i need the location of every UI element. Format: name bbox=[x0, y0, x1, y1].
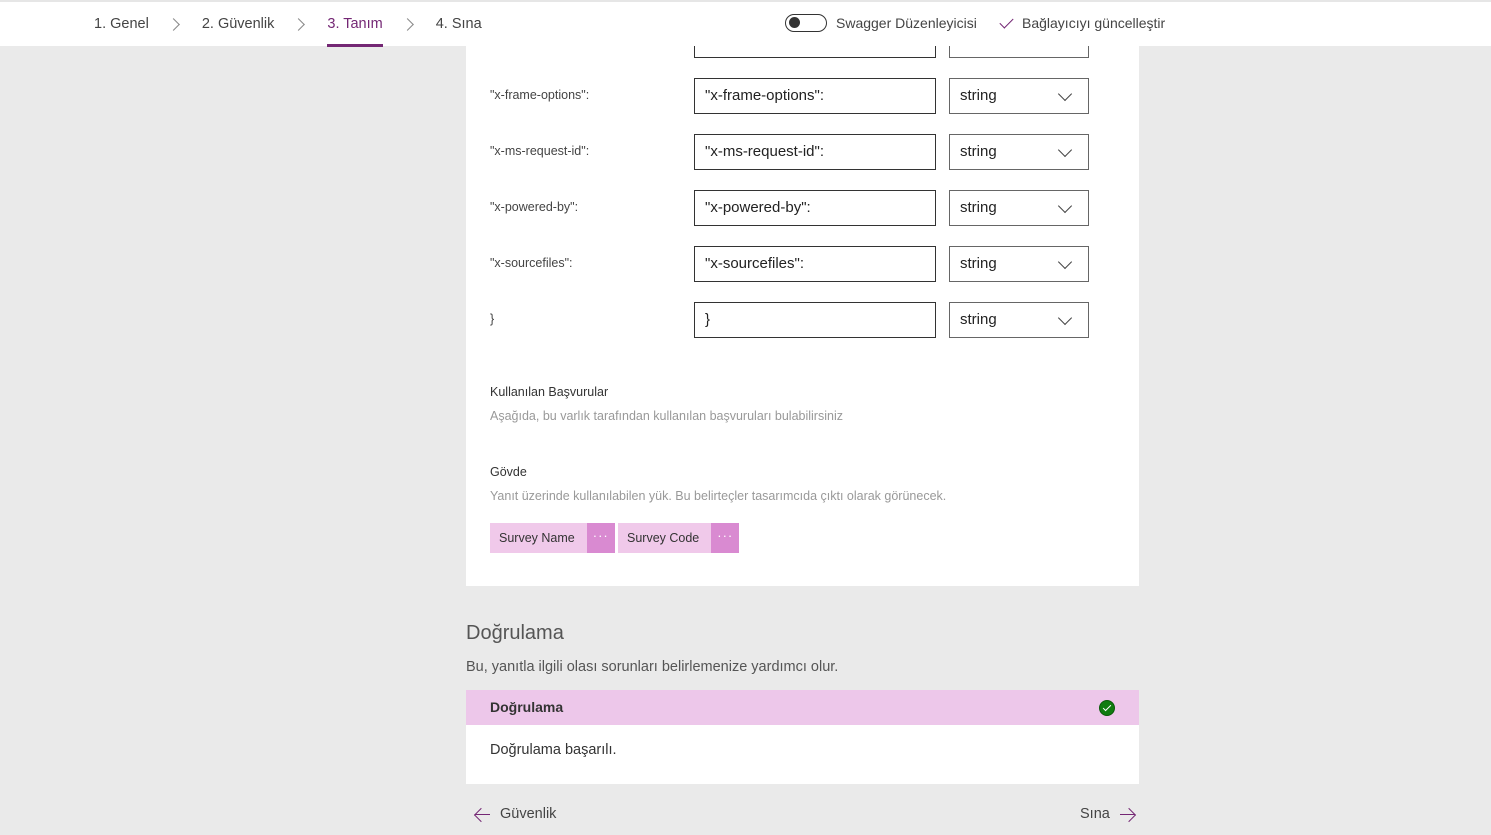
validation-body: Doğrulama başarılı. bbox=[466, 725, 1139, 784]
token-chip-survey-code[interactable]: Survey Code ··· bbox=[618, 523, 740, 553]
chevron-right-icon bbox=[166, 17, 180, 31]
step-security[interactable]: 2. Güvenlik bbox=[202, 2, 275, 46]
type-value: string bbox=[960, 311, 997, 328]
header-key: "x-frame-options": bbox=[490, 88, 590, 102]
references-title: Kullanılan Başvurular bbox=[490, 385, 609, 399]
header-key: } bbox=[490, 312, 495, 326]
header-value-input[interactable]: "x-powered-by": bbox=[694, 190, 936, 226]
header-row: "x-frame-options": "x-frame-options": st… bbox=[490, 78, 1114, 114]
chevron-right-icon bbox=[400, 17, 414, 31]
token-chip-survey-name[interactable]: Survey Name ··· bbox=[490, 523, 615, 553]
body-title: Gövde bbox=[490, 465, 527, 479]
validation-section-title: Doğrulama bbox=[466, 622, 564, 644]
header-value-input[interactable]: "x-ms-request-id": bbox=[694, 134, 936, 170]
header-key: "x-powered-by": bbox=[490, 200, 579, 214]
header-type-select[interactable]: string bbox=[949, 190, 1089, 226]
update-connector-label: Bağlayıcıyı güncelleştir bbox=[1022, 15, 1166, 31]
next-label: Sına bbox=[1080, 806, 1110, 822]
chip-label: Survey Code bbox=[627, 531, 700, 545]
chevron-down-icon bbox=[1057, 198, 1073, 214]
swagger-editor-toggle-group: Swagger Düzenleyicisi bbox=[785, 14, 977, 32]
header-row: "x-ms-request-id": "x-ms-request-id": st… bbox=[490, 134, 1114, 170]
header-row: "x-powered-by": "x-powered-by": string bbox=[490, 190, 1114, 226]
chevron-right-icon bbox=[292, 17, 306, 31]
chevron-down-icon bbox=[1057, 310, 1073, 326]
success-check-icon bbox=[1099, 700, 1115, 716]
header-type-select[interactable]: string bbox=[949, 78, 1089, 114]
arrow-left-icon bbox=[473, 806, 490, 822]
swagger-editor-label: Swagger Düzenleyicisi bbox=[836, 15, 977, 31]
type-value: string bbox=[960, 255, 997, 272]
type-value: string bbox=[960, 199, 997, 216]
header-key: "x-sourcefiles": bbox=[490, 256, 573, 270]
checkmark-icon bbox=[999, 13, 1014, 29]
header-value-input[interactable]: } bbox=[694, 302, 936, 338]
validation-message: Doğrulama başarılı. bbox=[490, 742, 617, 758]
swagger-editor-toggle[interactable] bbox=[785, 14, 827, 32]
more-options-icon[interactable]: ··· bbox=[711, 523, 740, 553]
header-key: "x-ms-request-id": bbox=[490, 144, 590, 158]
step-test[interactable]: 4. Sına bbox=[436, 2, 482, 46]
update-connector-button[interactable]: Bağlayıcıyı güncelleştir bbox=[999, 13, 1166, 31]
next-button[interactable]: Sına bbox=[1080, 806, 1136, 822]
type-value: string bbox=[960, 143, 997, 160]
chip-label: Survey Name bbox=[499, 531, 575, 545]
arrow-right-icon bbox=[1119, 806, 1136, 822]
more-options-icon[interactable]: ··· bbox=[586, 523, 615, 553]
step-general[interactable]: 1. Genel bbox=[94, 2, 149, 46]
header-value-input[interactable]: "x-sourcefiles": bbox=[694, 246, 936, 282]
response-card: "x-frame-options": "x-frame-options": st… bbox=[466, 0, 1139, 586]
chevron-down-icon bbox=[1057, 86, 1073, 102]
header-type-select[interactable]: string bbox=[949, 134, 1089, 170]
toggle-knob bbox=[789, 17, 800, 28]
validation-header-label: Doğrulama bbox=[490, 699, 564, 715]
validation-header[interactable]: Doğrulama bbox=[466, 690, 1139, 725]
references-description: Aşağıda, bu varlık tarafından kullanılan… bbox=[490, 409, 843, 423]
chevron-down-icon bbox=[1057, 142, 1073, 158]
step-definition[interactable]: 3. Tanım bbox=[327, 2, 384, 47]
type-value: string bbox=[960, 87, 997, 104]
wizard-header: 1. Genel 2. Güvenlik 3. Tanım 4. Sına Sw… bbox=[0, 0, 1491, 47]
validation-section-description: Bu, yanıtla ilgili olası sorunları belir… bbox=[466, 659, 839, 675]
header-value-input[interactable]: "x-frame-options": bbox=[694, 78, 936, 114]
wizard-steps: 1. Genel 2. Güvenlik 3. Tanım 4. Sına bbox=[94, 2, 482, 47]
back-label: Güvenlik bbox=[500, 806, 557, 822]
header-row: "x-sourcefiles": "x-sourcefiles": string bbox=[490, 246, 1114, 282]
header-type-select[interactable]: string bbox=[949, 302, 1089, 338]
header-row: } } string bbox=[490, 302, 1114, 338]
chevron-down-icon bbox=[1057, 254, 1073, 270]
header-type-select[interactable]: string bbox=[949, 246, 1089, 282]
body-description: Yanıt üzerinde kullanılabilen yük. Bu be… bbox=[490, 489, 947, 503]
back-button[interactable]: Güvenlik bbox=[473, 806, 557, 822]
